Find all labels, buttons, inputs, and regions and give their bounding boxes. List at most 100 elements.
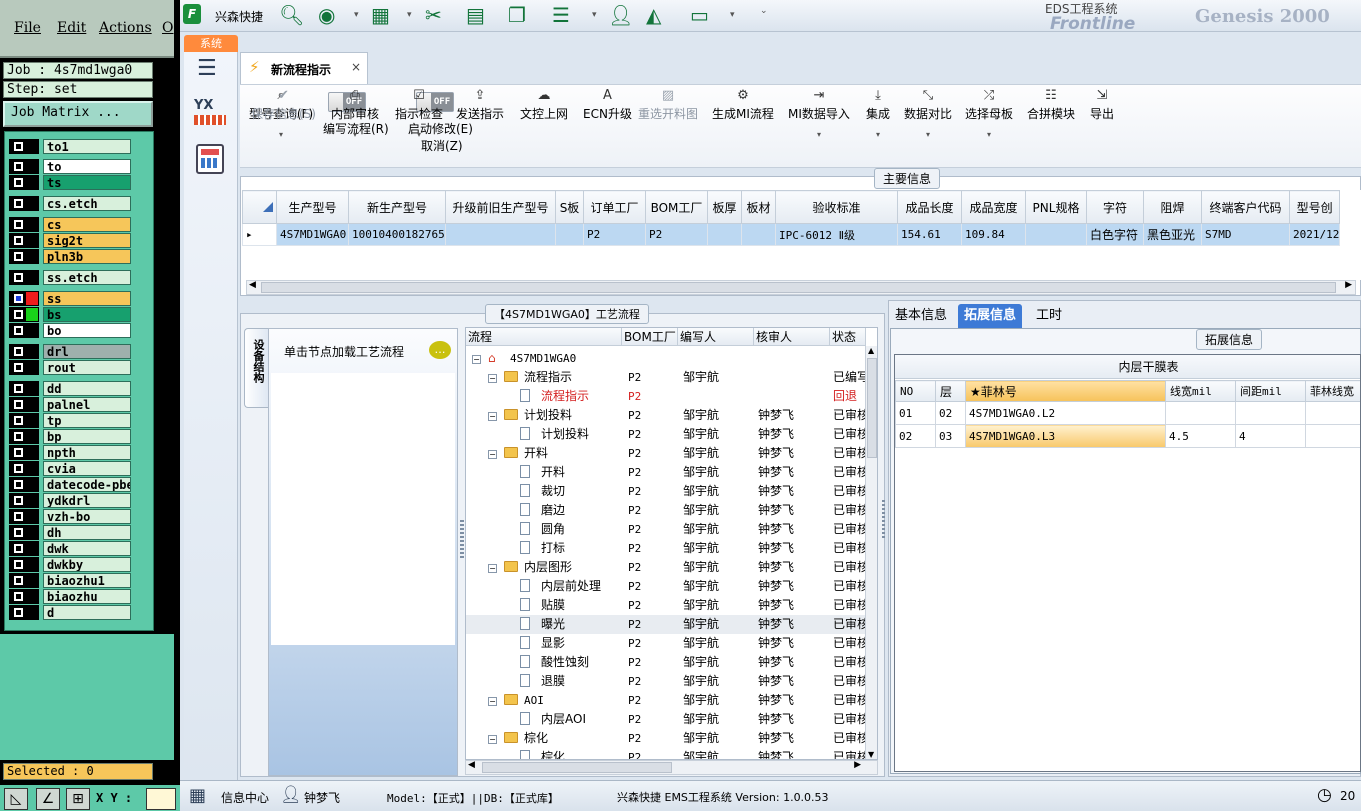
- column-header[interactable]: BOM工厂: [645, 190, 708, 224]
- menu-options[interactable]: O: [162, 20, 173, 36]
- job-matrix-button[interactable]: Job Matrix ...: [3, 101, 153, 127]
- layer-checkbox[interactable]: [9, 429, 39, 444]
- film-icon[interactable]: ▤: [466, 4, 485, 26]
- layer-row[interactable]: ss: [9, 291, 131, 306]
- tab-extended-info[interactable]: 拓展信息: [958, 304, 1023, 328]
- chevron-down-icon[interactable]: ▾: [592, 10, 597, 20]
- menu-edit[interactable]: Edit: [57, 20, 86, 36]
- table-cell[interactable]: [1305, 424, 1360, 448]
- tree-expander[interactable]: −: [488, 406, 500, 425]
- tree-folder-row[interactable]: − 棕化 P2 邹宇航 钟梦飞 已审核: [466, 729, 866, 748]
- table-cell[interactable]: IPC-6012 Ⅱ级: [775, 223, 898, 246]
- column-header[interactable]: 间距mil: [1235, 380, 1306, 402]
- ribbon-button[interactable]: ⤓ 集成 ▾: [866, 85, 890, 155]
- tree-expander[interactable]: −: [488, 368, 500, 387]
- layer-row[interactable]: npth: [9, 445, 131, 460]
- column-header[interactable]: 验收标准: [775, 190, 898, 224]
- tree-column-header[interactable]: 状态: [830, 328, 866, 346]
- tree-folder-row[interactable]: − 计划投料 P2 邹宇航 钟梦飞 已审核: [466, 406, 866, 425]
- tree-item-row[interactable]: 退膜 P2 邹宇航 钟梦飞 已审核: [466, 672, 866, 691]
- table-cell[interactable]: [1305, 401, 1360, 425]
- tree-item-row[interactable]: 裁切 P2 邹宇航 钟梦飞 已审核: [466, 482, 866, 501]
- layer-checkbox[interactable]: [9, 249, 39, 264]
- table-icon[interactable]: ▦: [371, 4, 390, 26]
- layer-row[interactable]: pln3b: [9, 249, 131, 264]
- tree-item-row[interactable]: 内层前处理 P2 邹宇航 钟梦飞 已审核: [466, 577, 866, 596]
- layer-checkbox[interactable]: [9, 139, 39, 154]
- layer-row[interactable]: cs.etch: [9, 196, 131, 211]
- chart-icon[interactable]: ◭: [646, 4, 661, 26]
- column-header[interactable]: 终端客户代码: [1201, 190, 1290, 224]
- chat-bubble-icon[interactable]: …: [429, 341, 451, 359]
- tree-expander[interactable]: −: [472, 349, 484, 368]
- layer-checkbox[interactable]: [9, 360, 39, 375]
- table-cell[interactable]: 01: [895, 401, 936, 425]
- table-cell[interactable]: [445, 223, 556, 246]
- tree-expander[interactable]: −: [488, 729, 500, 748]
- scroll-thumb[interactable]: [261, 282, 1336, 293]
- tree-expander[interactable]: −: [488, 558, 500, 577]
- layer-checkbox[interactable]: [9, 413, 39, 428]
- layer-checkbox[interactable]: [9, 196, 39, 211]
- copy-icon[interactable]: ❐: [508, 4, 526, 26]
- table-cell[interactable]: 白色字符: [1086, 223, 1144, 246]
- ribbon-button[interactable]: ⤡ 数据对比 ▾: [904, 85, 952, 155]
- table-cell[interactable]: 4: [1235, 424, 1306, 448]
- column-header[interactable]: 字符: [1086, 190, 1144, 224]
- layer-row[interactable]: ss.etch: [9, 270, 131, 285]
- tree-item-row[interactable]: 显影 P2 邹宇航 钟梦飞 已审核: [466, 634, 866, 653]
- grid-corner[interactable]: [242, 190, 277, 224]
- layer-checkbox[interactable]: [9, 270, 39, 285]
- tree-item-row[interactable]: 棕化 P2 邹宇航 钟梦飞 已审核: [466, 748, 866, 759]
- tree-item-row[interactable]: 曝光 P2 邹宇航 钟梦飞 已审核: [466, 615, 865, 634]
- layer-row[interactable]: rout: [9, 360, 131, 375]
- scroll-thumb[interactable]: [482, 762, 672, 773]
- column-header[interactable]: 线宽mil: [1165, 380, 1236, 402]
- table-cell[interactable]: 109.84: [961, 223, 1026, 246]
- tree-column-header[interactable]: BOM工厂: [622, 328, 678, 346]
- ribbon-button[interactable]: ⇲ 导出: [1090, 85, 1114, 155]
- ribbon-button[interactable]: ☷ 合拼模块: [1027, 85, 1075, 155]
- layer-row[interactable]: datecode-pbe: [9, 477, 131, 492]
- ribbon-button[interactable]: ⇥ MI数据导入 ▾: [788, 85, 850, 155]
- yx-tool-icon[interactable]: YX: [194, 98, 226, 130]
- tree-root[interactable]: − ⌂ 4S7MD1WGA0: [466, 349, 866, 368]
- layer-row[interactable]: ydkdrl: [9, 493, 131, 508]
- layer-checkbox[interactable]: [9, 381, 39, 396]
- globe-icon[interactable]: ◉: [318, 4, 335, 26]
- table-cell[interactable]: P2: [583, 223, 646, 246]
- ribbon-button[interactable]: ⤮ 选择母板 ▾: [965, 85, 1013, 155]
- chevron-down-icon[interactable]: ▾: [730, 10, 735, 20]
- layer-checkbox[interactable]: [9, 397, 39, 412]
- tree-item-row[interactable]: 流程指示 P2 回退: [466, 387, 866, 406]
- measure-icon[interactable]: ◺: [4, 788, 28, 810]
- layer-row[interactable]: d: [9, 605, 131, 620]
- scroll-thumb[interactable]: [867, 358, 877, 458]
- table-cell[interactable]: 10010400182765: [348, 223, 446, 246]
- tree-item-row[interactable]: 打标 P2 邹宇航 钟梦飞 已审核: [466, 539, 866, 558]
- tree-folder-row[interactable]: − 开料 P2 邹宇航 钟梦飞 已审核: [466, 444, 866, 463]
- layer-row[interactable]: bs: [9, 307, 131, 322]
- layer-row[interactable]: to: [9, 159, 131, 174]
- table-cell[interactable]: [707, 223, 742, 246]
- user-icon[interactable]: 👤︎: [608, 4, 633, 26]
- layer-row[interactable]: dwkby: [9, 557, 131, 572]
- tree-hscrollbar[interactable]: ◀ ▶: [465, 760, 878, 775]
- tree-folder-row[interactable]: − AOI P2 邹宇航 钟梦飞 已审核: [466, 691, 866, 710]
- layer-checkbox[interactable]: [9, 307, 39, 322]
- layer-row[interactable]: cvia: [9, 461, 131, 476]
- column-header[interactable]: 板厚: [707, 190, 742, 224]
- ribbon-button[interactable]: A ECN升级: [583, 85, 632, 155]
- layer-checkbox[interactable]: [9, 291, 39, 306]
- layer-checkbox[interactable]: [9, 541, 39, 556]
- ribbon-button[interactable]: ⎙ 内部审核 ▾: [331, 85, 379, 155]
- layer-checkbox[interactable]: [9, 233, 39, 248]
- column-header[interactable]: PNL规格: [1025, 190, 1087, 224]
- layer-row[interactable]: dwk: [9, 541, 131, 556]
- splitter-grip[interactable]: [882, 500, 885, 540]
- ribbon-button[interactable]: ▨ 重选开料图: [638, 85, 698, 155]
- main-grid-scrollbar[interactable]: ◀ ▶: [246, 280, 1356, 295]
- layer-row[interactable]: sig2t: [9, 233, 131, 248]
- scroll-right-icon[interactable]: ▶: [854, 760, 861, 770]
- grid-icon[interactable]: ⊞: [66, 788, 90, 810]
